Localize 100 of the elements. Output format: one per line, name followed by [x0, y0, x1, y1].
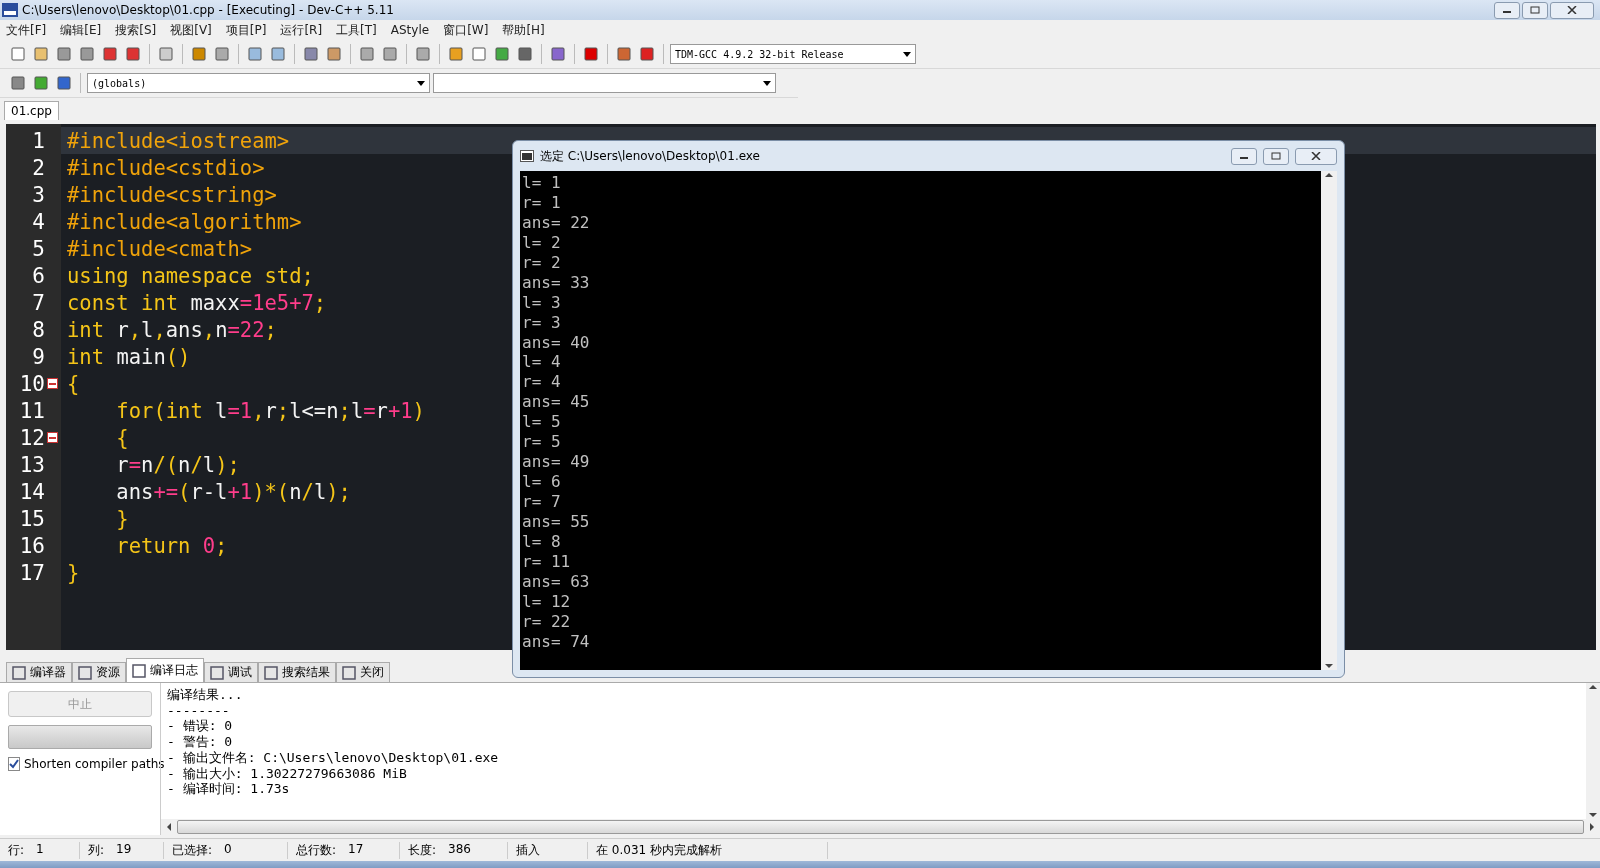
log-line: - 错误: 0 — [167, 718, 233, 735]
status-label: 总行数: — [296, 841, 337, 859]
window-title: C:\Users\lenovo\Desktop\01.cpp - [Executing] - Dev-C++ 5.11 — [22, 3, 395, 17]
scroll-up-icon[interactable] — [1325, 171, 1333, 179]
log-line: - 编译时间: 1.73s — [167, 781, 290, 797]
menu-item[interactable]: 窗口[W] — [443, 21, 489, 39]
checkbox-label: Shorten compiler paths — [24, 757, 165, 771]
panel-tab[interactable]: 编译日志 — [126, 658, 204, 682]
log-line: - 输出大小: 1.30227279663086 MiB — [167, 765, 407, 782]
status-value: 386 — [448, 841, 471, 858]
console-line: ans= 33 — [522, 272, 590, 293]
status-label: 长度: — [408, 841, 437, 859]
menu-item[interactable]: 工具[T] — [336, 21, 377, 39]
panel-tab[interactable]: 搜索结果 — [258, 662, 336, 682]
code-line: for(int l=1,r;l<=n;l=r+1) — [115, 398, 425, 423]
fold-icon[interactable] — [47, 432, 58, 443]
minimize-button[interactable] — [1494, 1, 1520, 19]
minimize-button[interactable] — [1231, 147, 1257, 165]
menu-item[interactable]: 项目[P] — [225, 21, 267, 39]
class-dropdown[interactable]: (globals) — [87, 73, 430, 93]
log-line: 编译结果... — [167, 687, 243, 703]
line-number: 9 — [31, 344, 45, 369]
console-line: ans= 45 — [522, 392, 590, 413]
console-line: r= 11 — [522, 551, 571, 572]
code-line: r=n/(n/l); — [115, 452, 240, 477]
console-line: r= 5 — [522, 432, 561, 453]
panel-tab[interactable]: 编译器 — [6, 662, 72, 682]
console-line: ans= 49 — [522, 452, 590, 473]
console-line: l= 12 — [522, 591, 571, 612]
status-label: 已选择: — [172, 841, 213, 859]
line-number: 10 — [18, 371, 45, 396]
menu-item[interactable]: 搜索[S] — [115, 21, 157, 39]
checkbox[interactable] — [8, 757, 20, 771]
panel-tab[interactable]: 关闭 — [336, 662, 390, 682]
code-line: #include<cmath> — [66, 236, 253, 261]
maximize-button[interactable] — [1263, 147, 1289, 165]
line-number: 7 — [31, 290, 45, 315]
status-label: 行: — [8, 841, 25, 859]
fold-icon[interactable] — [47, 378, 58, 389]
console-title: 选定 C:\Users\lenovo\Desktop\01.exe — [540, 147, 761, 165]
code-line: { — [66, 371, 80, 396]
status-value: 17 — [348, 841, 364, 858]
console-line: l= 8 — [522, 531, 561, 552]
line-number: 16 — [18, 533, 45, 558]
line-number: 6 — [31, 263, 45, 288]
maximize-icon — [1271, 152, 1281, 160]
scroll-right-icon[interactable] — [1588, 823, 1596, 831]
menu-item[interactable]: 视图[V] — [170, 21, 212, 39]
log-line: - 输出文件名: C:\Users\lenovo\Desktop\01.exe — [167, 749, 499, 766]
console-line: r= 7 — [522, 492, 561, 512]
scroll-down-icon[interactable] — [1325, 662, 1333, 670]
menu-item[interactable]: 编辑[E] — [60, 21, 102, 39]
file-tab[interactable]: 01.cpp — [4, 101, 59, 120]
code-line: return 0; — [115, 533, 228, 558]
scrollbar[interactable] — [1321, 171, 1337, 670]
app-icon — [2, 3, 18, 17]
compiler-dropdown[interactable]: TDM-GCC 4.9.2 32-bit Release — [670, 44, 916, 64]
code-line: } — [115, 506, 129, 531]
console-line: r= 1 — [522, 192, 561, 213]
status-label: 列: — [88, 841, 105, 859]
panel-tab[interactable]: 调试 — [204, 662, 258, 682]
console-line: r= 3 — [522, 312, 561, 333]
code-line: } — [66, 560, 80, 585]
checkmark-icon — [9, 759, 19, 769]
panel-tab[interactable]: 资源 — [72, 662, 126, 682]
console-line: ans= 22 — [522, 212, 590, 233]
console-line: l= 6 — [522, 472, 561, 492]
close-button[interactable] — [1550, 1, 1594, 19]
line-number: 15 — [18, 506, 45, 531]
scrollbar[interactable] — [1586, 683, 1600, 819]
scroll-up-icon[interactable] — [1589, 683, 1597, 691]
code-line: int main() — [66, 344, 191, 369]
menu-item[interactable]: 文件[F] — [6, 21, 47, 39]
console-line: l= 1 — [522, 173, 561, 193]
code-line: #include<algorithm> — [66, 209, 302, 234]
line-number: 5 — [31, 236, 45, 261]
console-line: l= 3 — [522, 292, 561, 313]
scroll-left-icon[interactable] — [165, 823, 173, 831]
menu-item[interactable]: 帮助[H] — [502, 21, 545, 39]
line-number: 17 — [18, 560, 45, 585]
code-line: #include<iostream> — [66, 128, 290, 153]
menu-item[interactable]: 运行[R] — [280, 21, 323, 39]
console-line: l= 2 — [522, 232, 561, 253]
log-line: - 警告: 0 — [167, 734, 233, 750]
code-line: using namespace std; — [66, 263, 314, 288]
line-number: 14 — [18, 479, 45, 504]
code-line: const int maxx=1e5+7; — [66, 290, 327, 315]
console-line: ans= 63 — [522, 571, 590, 592]
code-line: #include<cstring> — [66, 182, 277, 207]
menu-item[interactable]: AStyle — [390, 23, 430, 37]
line-number: 13 — [18, 452, 45, 477]
console-line: r= 22 — [522, 611, 571, 632]
function-dropdown[interactable] — [433, 73, 776, 93]
caret-icon — [417, 80, 425, 86]
status-value: 0 — [224, 841, 232, 858]
line-number: 12 — [18, 425, 45, 450]
close-button[interactable] — [1295, 147, 1337, 165]
console-line: r= 2 — [522, 252, 561, 273]
line-number: 8 — [31, 317, 45, 342]
console-line: l= 4 — [522, 352, 561, 373]
